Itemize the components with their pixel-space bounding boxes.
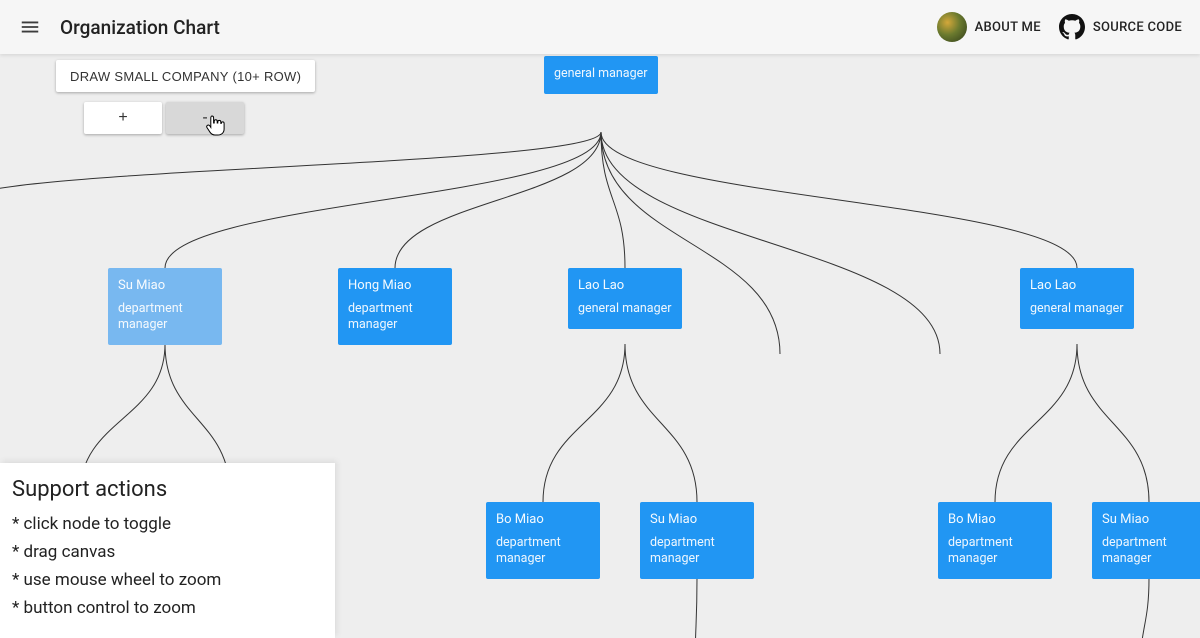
org-node-role: department manager <box>496 535 590 568</box>
org-link <box>625 344 697 502</box>
org-node-name: Su Miao <box>118 278 212 295</box>
info-line: * button control to zoom <box>12 594 323 622</box>
about-me-link[interactable]: ABOUT ME <box>937 12 1041 42</box>
org-link <box>695 578 697 638</box>
org-node-name: Lao Lao <box>578 278 672 295</box>
org-node-role: department manager <box>348 301 442 334</box>
org-node-name: Su Miao <box>650 512 744 529</box>
org-node[interactable]: general manager <box>544 56 658 94</box>
org-node-name: Hong Miao <box>348 278 442 295</box>
avatar <box>937 12 967 42</box>
info-line: * click node to toggle <box>12 510 323 538</box>
org-link <box>601 132 625 268</box>
org-node[interactable]: Lao Lao general manager <box>568 268 682 329</box>
about-me-label: ABOUT ME <box>975 20 1041 35</box>
org-node-name: Su Miao <box>1102 512 1196 529</box>
menu-icon <box>19 16 41 38</box>
zoom-in-button[interactable]: + <box>84 102 162 134</box>
org-link <box>395 132 601 268</box>
org-node-role: department manager <box>948 535 1042 568</box>
org-link <box>165 132 601 268</box>
org-node[interactable]: Su Miao department manager <box>640 502 754 579</box>
org-node[interactable]: Su Miao department manager <box>1092 502 1200 579</box>
org-node-name: Bo Miao <box>948 512 1042 529</box>
org-node[interactable]: Lao Lao general manager <box>1020 268 1134 329</box>
org-link <box>601 132 1077 268</box>
org-node-role: department manager <box>650 535 744 568</box>
org-link <box>543 344 625 502</box>
org-node-role: general manager <box>578 301 672 317</box>
org-node-role: general manager <box>1030 301 1124 317</box>
org-link <box>1077 344 1149 502</box>
org-node[interactable]: Bo Miao department manager <box>938 502 1052 579</box>
info-panel-title: Support actions <box>12 477 323 502</box>
toolbar: DRAW SMALL COMPANY (10+ ROW) + - <box>56 60 315 134</box>
app-header: Organization Chart ABOUT ME SOURCE CODE <box>0 0 1200 54</box>
zoom-out-button[interactable]: - <box>166 102 244 134</box>
info-panel: Support actions * click node to toggle *… <box>0 463 335 638</box>
org-node-role: general manager <box>554 66 648 82</box>
info-line: * use mouse wheel to zoom <box>12 566 323 594</box>
org-link <box>0 132 601 202</box>
draw-company-button[interactable]: DRAW SMALL COMPANY (10+ ROW) <box>56 60 315 92</box>
github-icon <box>1059 14 1085 40</box>
page-title: Organization Chart <box>60 16 220 39</box>
org-node[interactable]: Bo Miao department manager <box>486 502 600 579</box>
org-node-role: department manager <box>1102 535 1196 568</box>
org-node[interactable]: Su Miao department manager <box>108 268 222 345</box>
org-link <box>1140 578 1149 638</box>
org-node-name: Lao Lao <box>1030 278 1124 295</box>
source-code-label: SOURCE CODE <box>1093 20 1182 35</box>
org-link <box>995 344 1077 502</box>
org-node-role: department manager <box>118 301 212 334</box>
source-code-link[interactable]: SOURCE CODE <box>1059 14 1182 40</box>
org-node[interactable]: Hong Miao department manager <box>338 268 452 345</box>
menu-button[interactable] <box>6 3 54 51</box>
info-line: * drag canvas <box>12 538 323 566</box>
org-node-name: Bo Miao <box>496 512 590 529</box>
